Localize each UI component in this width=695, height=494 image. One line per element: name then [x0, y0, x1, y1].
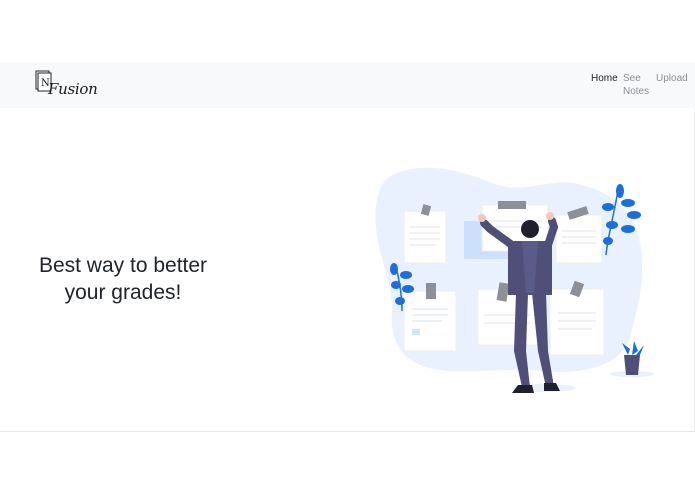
nav-links: Home See Notes Upload — [585, 72, 695, 102]
potted-plant — [622, 341, 644, 375]
brand-name: Fusion — [48, 80, 98, 98]
note-top-left — [403, 204, 447, 264]
nav-home-link[interactable]: Home — [591, 72, 618, 85]
brand-logo[interactable]: N Fusion — [34, 69, 98, 103]
note-bottom-left — [403, 283, 457, 352]
person-pinning-notes-illustration — [375, 167, 654, 393]
hero-section: Best way to better your grades! — [0, 108, 695, 432]
navbar: N Fusion Home See Notes Upload — [0, 63, 695, 108]
hero-headline: Best way to better your grades! — [38, 254, 208, 304]
page: N Fusion Home See Notes Upload Best way … — [0, 0, 695, 494]
nav-see-notes-link[interactable]: See Notes — [623, 72, 653, 98]
note-bottom-right — [549, 280, 605, 356]
note-top-right — [555, 206, 603, 264]
nav-upload-link[interactable]: Upload — [656, 72, 688, 85]
